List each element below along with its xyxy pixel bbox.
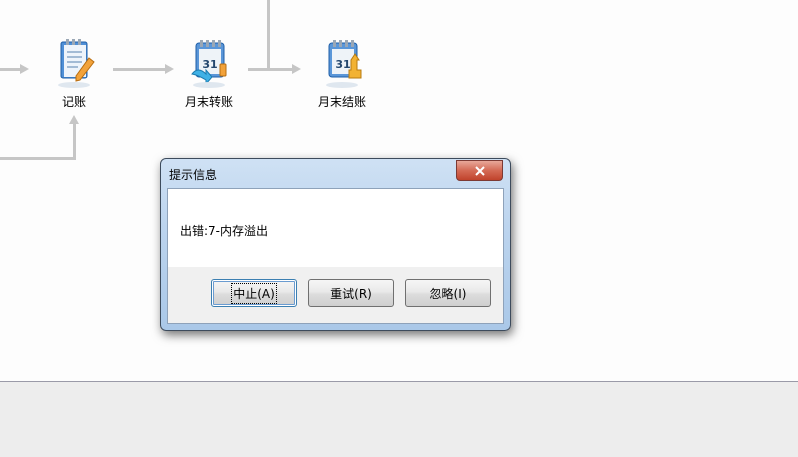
node-label: 月末结账 [317, 95, 366, 109]
workflow-node-month-end-close[interactable]: 31 月末结账 [302, 38, 382, 110]
workflow-node-bookkeeping[interactable]: 记账 [34, 38, 114, 110]
connector-line [0, 68, 20, 71]
abort-button-label: 中止(A) [231, 282, 277, 304]
ignore-button[interactable]: 忽略(I) [405, 279, 491, 307]
connector-line [113, 68, 165, 71]
connector-line [267, 0, 270, 68]
status-strip [0, 381, 798, 457]
calendar-day: 31 [202, 58, 217, 71]
dialog-message: 出错:7-内存溢出 [180, 224, 269, 238]
ignore-button-label: 忽略(I) [429, 286, 467, 301]
node-label: 记账 [61, 95, 86, 109]
workflow-node-month-end-transfer[interactable]: 31 月末转账 [169, 38, 249, 110]
ledger-pen-icon [58, 39, 95, 88]
connector-arrow [292, 64, 301, 74]
connector-line [0, 157, 76, 160]
retry-button-label: 重试(R) [330, 286, 372, 301]
retry-button[interactable]: 重试(R) [308, 279, 394, 307]
abort-button[interactable]: 中止(A) [211, 279, 297, 307]
dialog-title: 提示信息 [169, 168, 218, 182]
node-label: 月末转账 [184, 95, 233, 109]
calendar-transfer-icon: 31 [191, 40, 227, 88]
calendar-day: 31 [335, 58, 350, 71]
dialog-close-button[interactable] [456, 160, 503, 181]
message-dialog: 提示信息 出错:7-内存溢出 中止(A) 重试(R) 忽略(I) [160, 158, 511, 331]
connector-arrow [20, 64, 29, 74]
connector-arrow [69, 115, 79, 124]
dialog-body: 出错:7-内存溢出 中止(A) 重试(R) 忽略(I) [167, 188, 504, 324]
connector-line [73, 124, 76, 160]
calendar-close-icon: 31 [326, 40, 362, 88]
close-icon [474, 165, 485, 176]
connector-line [248, 68, 292, 71]
dialog-message-area: 出错:7-内存溢出 [168, 189, 503, 267]
